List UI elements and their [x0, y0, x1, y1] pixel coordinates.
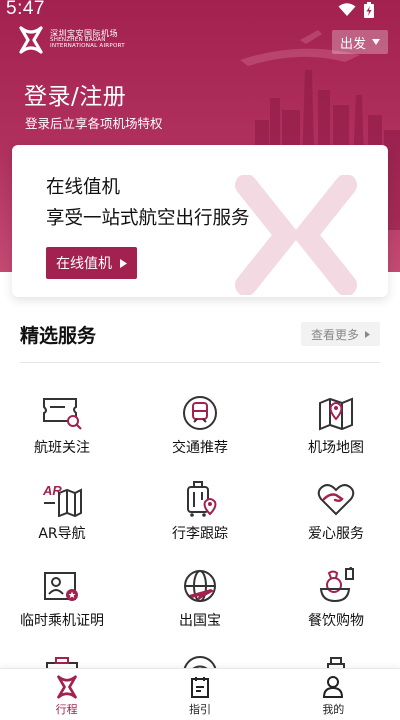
service-airport-map[interactable]: 机场地图	[276, 393, 396, 457]
train-icon	[183, 396, 217, 430]
airport-logo-icon	[19, 26, 43, 54]
nav-tab-itinerary[interactable]: 行程	[0, 669, 133, 720]
service-label: 机场地图	[308, 440, 364, 456]
service-label: 行李跟踪	[172, 526, 228, 542]
view-more-label: 查看更多	[310, 327, 359, 342]
service-label: 航班关注	[34, 440, 90, 456]
flight-ticket-search-icon	[43, 398, 82, 430]
airport-logo: 深圳宝安国际机场 SHENZHEN BAOAN INTERNATIONAL AI…	[18, 26, 125, 54]
battery-charging-icon	[364, 2, 374, 18]
online-checkin-button[interactable]: 在线值机	[46, 247, 137, 279]
airport-logo-icon	[56, 675, 77, 699]
map-pin-icon	[319, 397, 353, 431]
status-icons	[338, 2, 374, 18]
food-drink-icon	[319, 567, 354, 603]
heart-hand-icon	[317, 484, 355, 516]
play-arrow-icon	[365, 330, 370, 338]
id-card-icon	[44, 572, 78, 601]
service-label: 爱心服务	[308, 526, 364, 542]
nav-label: 行程	[55, 703, 78, 716]
service-flight-watch[interactable]: 航班关注	[2, 393, 122, 457]
service-ar-navigation[interactable]: AR AR导航	[2, 479, 122, 543]
nav-tab-me[interactable]: 我的	[267, 669, 400, 720]
person-icon	[323, 676, 344, 698]
service-temporary-boarding-certificate[interactable]: 临时乘机证明	[2, 566, 122, 630]
service-label: 临时乘机证明	[20, 613, 104, 629]
service-label: AR导航	[38, 526, 86, 542]
globe-plane-icon	[184, 570, 216, 602]
nav-label: 我的	[322, 703, 345, 716]
departure-select[interactable]: 出发	[331, 30, 388, 54]
nav-label: 指引	[188, 703, 211, 716]
logo-watermark-icon	[235, 175, 357, 295]
view-more-button[interactable]: 查看更多	[300, 322, 380, 346]
status-time: 5:47	[6, 0, 45, 19]
service-label: 餐饮购物	[308, 613, 364, 629]
online-checkin-card[interactable]: 在线值机 享受一站式航空出行服务 在线值机	[12, 145, 388, 297]
luggage-location-icon	[187, 481, 217, 517]
service-care[interactable]: 爱心服务	[276, 479, 396, 543]
service-label: 交通推荐	[172, 440, 228, 456]
service-label: 出国宝	[179, 613, 221, 629]
departure-select-label: 出发	[339, 36, 366, 52]
login-subtitle: 登录后立享各项机场特权	[25, 116, 163, 131]
caret-down-icon	[372, 39, 380, 45]
logo-name-en-2: INTERNATIONAL AIRPORT	[50, 43, 125, 50]
card-title: 在线值机	[46, 177, 121, 198]
ar-map-icon: AR	[42, 483, 82, 517]
service-dining-shopping[interactable]: 餐饮购物	[276, 566, 396, 630]
section-divider	[20, 362, 380, 363]
service-going-abroad[interactable]: 出国宝	[140, 566, 260, 630]
play-arrow-icon	[120, 258, 127, 268]
service-transport[interactable]: 交通推荐	[140, 393, 260, 457]
services-section-title: 精选服务	[20, 325, 97, 347]
service-luggage-tracking[interactable]: 行李跟踪	[140, 479, 260, 543]
online-checkin-button-label: 在线值机	[56, 256, 112, 272]
card-subtitle: 享受一站式航空出行服务	[46, 208, 250, 229]
nav-tab-guide[interactable]: 指引	[133, 669, 266, 720]
wifi-icon	[338, 3, 356, 16]
login-register-title[interactable]: 登录/注册	[24, 77, 126, 111]
bottom-navigation: 行程 指引 我的	[0, 668, 400, 720]
status-bar: 5:47	[0, 0, 400, 22]
calendar-icon	[190, 677, 209, 698]
